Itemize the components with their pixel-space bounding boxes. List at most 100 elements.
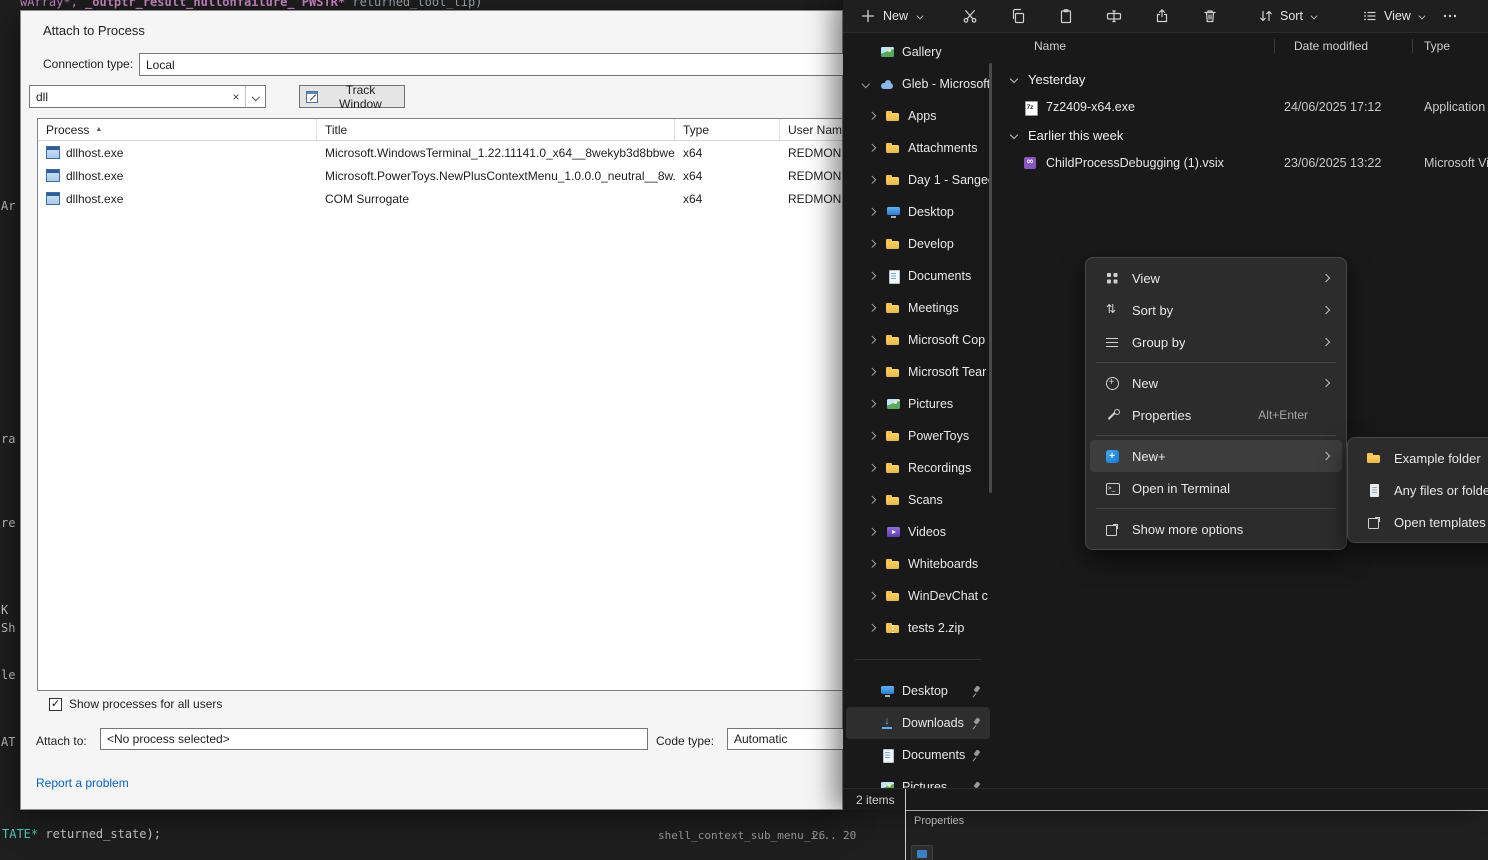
file-row[interactable]: ChildProcessDebugging (1).vsix 23/06/202… [993,149,1488,177]
process-row[interactable]: dllhost.exe Microsoft.PowerToys.NewPlusC… [38,164,842,187]
column-header-process[interactable]: Process▲ [38,119,317,140]
expand-chevron-icon[interactable] [861,431,885,441]
expand-chevron-icon[interactable] [861,207,885,217]
column-header-title[interactable]: Title [317,119,675,140]
submenu-item[interactable]: Any files or folde [1352,474,1488,506]
expand-chevron-icon[interactable] [861,143,885,153]
show-all-users-checkbox[interactable]: Show processes for all users [49,697,222,711]
process-table-header: Process▲ Title Type User Name [38,119,842,141]
expand-chevron-icon[interactable] [861,335,885,345]
context-menu-item[interactable]: View [1090,262,1342,294]
report-a-problem-link[interactable]: Report a problem [36,776,129,790]
expand-chevron-icon[interactable] [861,303,885,313]
expand-chevron-icon[interactable] [861,367,885,377]
context-menu-item[interactable]: Open in Terminal [1090,472,1342,504]
nav-item[interactable]: Apps [846,100,990,132]
rename-button[interactable] [1090,3,1138,29]
nav-item[interactable]: Pictures [846,771,990,788]
file-row[interactable]: 7z2409-x64.exe 24/06/2025 17:12 Applicat… [993,93,1488,121]
chevron-down-icon [1008,130,1020,140]
nav-item[interactable]: Day 1 - Sangee [846,164,990,196]
expand-chevron-icon[interactable] [861,495,885,505]
expand-chevron-icon[interactable] [861,175,885,185]
process-row[interactable]: dllhost.exe Microsoft.WindowsTerminal_1.… [38,141,842,164]
process-type: x64 [675,169,780,183]
nav-item[interactable]: Gleb - Microsoft [846,68,990,100]
track-window-button[interactable]: Track Window [299,85,405,108]
expand-chevron-icon[interactable] [861,559,885,569]
nav-item-label: WinDevChat c [908,589,990,603]
code-type-combobox[interactable]: Automatic [727,728,844,750]
cut-button[interactable] [946,3,994,29]
nav-item[interactable]: Scans [846,484,990,516]
expand-chevron-icon[interactable] [861,399,885,409]
new-button[interactable]: New [852,3,934,29]
nav-item[interactable]: Whiteboards [846,548,990,580]
viewgrid-icon [1104,270,1120,286]
explorer-toolbar: New Sort View [843,0,1488,33]
toolbar-icon-group [946,3,1234,29]
nav-item[interactable]: Pictures [846,388,990,420]
nav-item[interactable]: Microsoft Tear [846,356,990,388]
nav-item-label: Scans [908,493,990,507]
sort-button[interactable]: Sort [1250,3,1328,29]
nav-item[interactable]: Recordings [846,452,990,484]
clear-filter-icon[interactable]: × [227,90,245,104]
file-group-header[interactable]: Earlier this week [993,121,1488,149]
code-fragment: K [1,603,8,617]
nav-item[interactable]: tests 2.zip [846,612,990,644]
column-header-name[interactable]: Name [993,33,1274,59]
connection-type-combobox[interactable]: Local [139,53,844,76]
nav-item[interactable]: Documents [846,739,990,771]
nav-item[interactable]: Documents [846,260,990,292]
context-menu-item[interactable]: Group by [1090,326,1342,358]
attach-to-field[interactable]: <No process selected> [100,728,648,750]
expand-chevron-icon[interactable] [861,111,885,121]
submenu-item[interactable]: Example folder [1352,442,1488,474]
nav-item[interactable]: Gallery [846,36,990,68]
expand-chevron-icon[interactable] [861,527,885,537]
nav-item[interactable]: Desktop [846,675,990,707]
column-header-username[interactable]: User Name [780,119,842,140]
column-header-type[interactable]: Type [675,119,780,140]
paste-button[interactable] [1042,3,1090,29]
process-filter-input[interactable]: dll × [29,85,266,108]
context-menu-item[interactable]: Show more options [1090,513,1342,545]
context-menu-item[interactable]: Properties Alt+Enter [1090,399,1342,431]
expand-chevron-icon[interactable] [861,463,885,473]
panel-splitter[interactable] [905,789,906,860]
nav-item[interactable]: Attachments [846,132,990,164]
expand-chevron-icon[interactable] [861,239,885,249]
column-header-type[interactable]: Type [1412,33,1488,59]
nav-item[interactable]: Downloads [846,707,990,739]
nav-item[interactable]: Microsoft Cop [846,324,990,356]
expand-chevron-icon[interactable] [855,79,879,89]
column-header-date-modified[interactable]: Date modified [1274,33,1412,59]
nav-item[interactable]: Videos [846,516,990,548]
nav-scrollbar[interactable] [989,63,992,493]
checkbox-checked-icon[interactable] [49,698,62,711]
process-row[interactable]: dllhost.exe COM Surrogate x64 REDMOND [38,187,842,210]
folder-icon [885,108,901,124]
expand-chevron-icon[interactable] [861,591,885,601]
delete-button[interactable] [1186,3,1234,29]
view-button[interactable]: View [1354,3,1436,29]
filter-dropdown-button[interactable] [245,86,265,107]
expand-chevron-icon[interactable] [861,623,885,633]
context-menu-item[interactable]: New+ [1090,440,1342,472]
chevron-right-icon [1320,451,1332,461]
nav-item[interactable]: WinDevChat c [846,580,990,612]
submenu-item[interactable]: Open templates [1352,506,1488,538]
context-menu-item[interactable]: New [1090,367,1342,399]
more-options-button[interactable] [1436,3,1464,29]
file-group-header[interactable]: Yesterday [993,65,1488,93]
nav-item[interactable]: PowerToys [846,420,990,452]
nav-item[interactable]: Develop [846,228,990,260]
context-menu-item[interactable]: Sort by [1090,294,1342,326]
nav-item[interactable]: Desktop [846,196,990,228]
nav-item[interactable]: Meetings [846,292,990,324]
share-button[interactable] [1138,3,1186,29]
expand-chevron-icon[interactable] [861,271,885,281]
item-count: 2 items [856,793,895,807]
copy-button[interactable] [994,3,1042,29]
